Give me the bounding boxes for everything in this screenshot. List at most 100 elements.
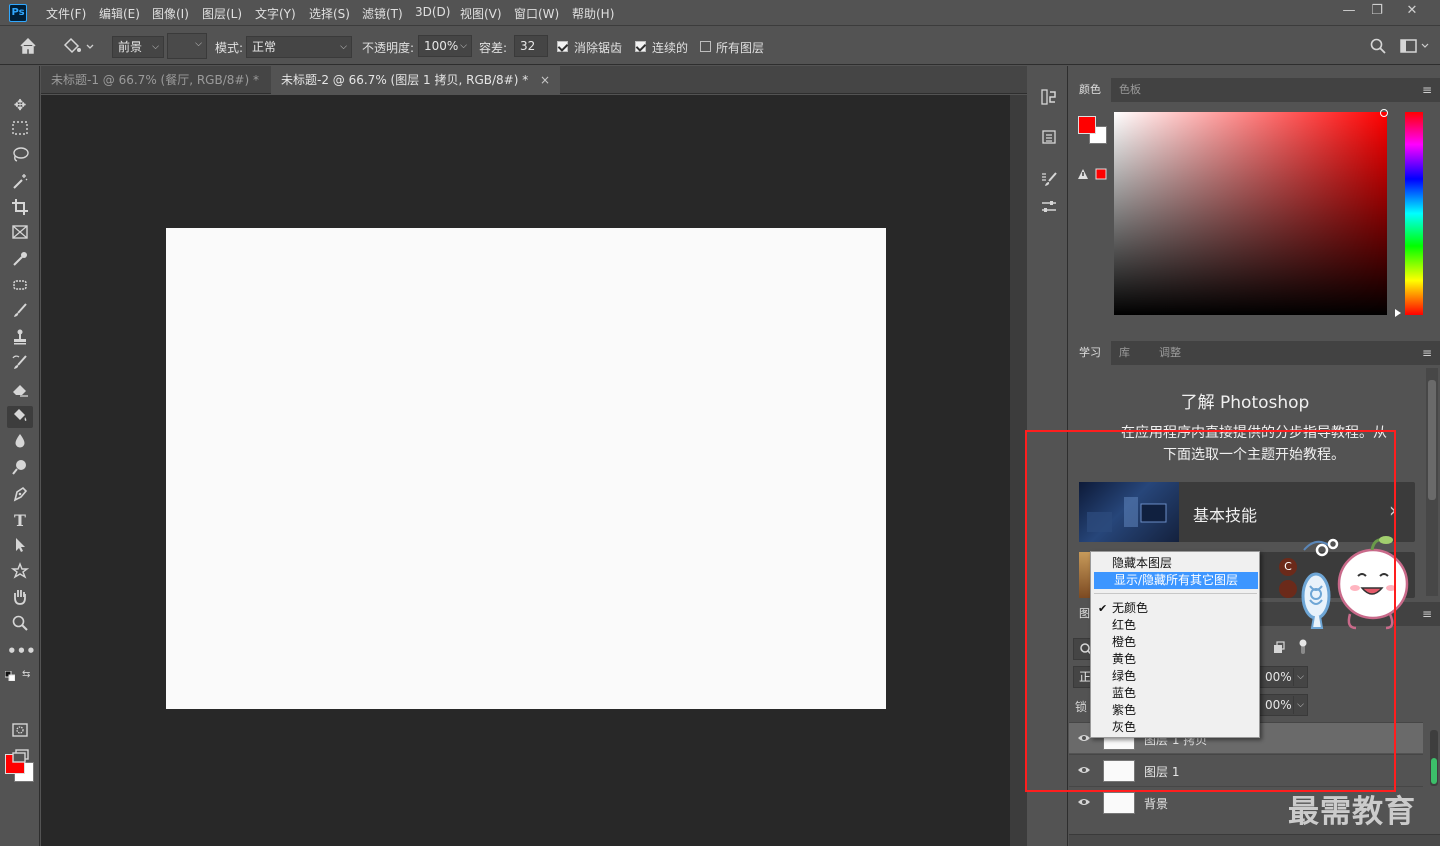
antialias-checkbox[interactable] bbox=[557, 41, 568, 52]
menu-edit[interactable]: 编辑(E) bbox=[99, 5, 140, 22]
home-icon[interactable] bbox=[18, 36, 38, 56]
type-tool-icon[interactable]: T bbox=[7, 510, 33, 532]
learn-scrollbar-thumb[interactable] bbox=[1428, 380, 1436, 500]
mode-value: 正常 bbox=[252, 40, 277, 54]
menu-layer[interactable]: 图层(L) bbox=[202, 5, 242, 22]
menu-color-blue[interactable]: 蓝色 bbox=[1092, 685, 1258, 702]
move-tool-icon[interactable]: ✥ bbox=[7, 94, 33, 116]
menu-color-gray[interactable]: 灰色 bbox=[1092, 719, 1258, 736]
blur-tool-icon[interactable] bbox=[7, 432, 33, 454]
more-tools-icon[interactable]: ••• bbox=[7, 640, 36, 662]
paint-bucket-preset-icon[interactable] bbox=[61, 36, 97, 56]
menu-view[interactable]: 视图(V) bbox=[460, 5, 502, 22]
tab-learn[interactable]: 学习 bbox=[1069, 341, 1111, 365]
path-selection-tool-icon[interactable] bbox=[7, 536, 33, 558]
zoom-tool-icon[interactable] bbox=[7, 614, 33, 636]
menu-filter[interactable]: 滤镜(T) bbox=[362, 5, 403, 22]
menu-help[interactable]: 帮助(H) bbox=[572, 5, 614, 22]
tab-adjustments[interactable]: 调整 bbox=[1149, 341, 1191, 365]
menu-file[interactable]: 文件(F) bbox=[46, 5, 86, 22]
history-brush-tool-icon[interactable] bbox=[7, 354, 33, 376]
filter-toggle-icon[interactable] bbox=[1298, 638, 1308, 656]
close-window-button[interactable]: ✕ bbox=[1397, 0, 1427, 22]
color-picker-handle[interactable] bbox=[1380, 109, 1388, 117]
eye-icon[interactable] bbox=[1077, 764, 1091, 776]
color-field[interactable] bbox=[1114, 112, 1387, 315]
pattern-picker[interactable]: ⌵ bbox=[167, 33, 207, 59]
eye-icon[interactable] bbox=[1077, 732, 1091, 744]
chevron-down-icon[interactable]: ⌵ bbox=[1293, 668, 1307, 686]
eyedropper-tool-icon[interactable] bbox=[7, 250, 33, 272]
menu-window[interactable]: 窗口(W) bbox=[514, 5, 559, 22]
default-colors-icon[interactable] bbox=[4, 670, 16, 682]
menu-color-none-label: 无颜色 bbox=[1112, 601, 1149, 615]
crop-tool-icon[interactable] bbox=[7, 198, 33, 220]
close-icon[interactable]: × bbox=[540, 73, 550, 87]
opacity-input[interactable]: 100% ⌵ bbox=[418, 35, 472, 57]
chevron-right-icon: › bbox=[1389, 498, 1397, 522]
properties-panel-icon[interactable] bbox=[1036, 128, 1062, 154]
eraser-tool-icon[interactable] bbox=[7, 380, 33, 402]
menu-color-violet[interactable]: 紫色 bbox=[1092, 702, 1258, 719]
hand-tool-icon[interactable] bbox=[7, 588, 33, 610]
tolerance-input[interactable]: 32 bbox=[514, 35, 548, 57]
color-panel-foreground-swatch[interactable] bbox=[1078, 116, 1096, 134]
tab-libraries[interactable]: 库 bbox=[1109, 341, 1140, 365]
quick-mask-icon[interactable] bbox=[7, 722, 33, 744]
checkmark-icon: ✔ bbox=[1098, 602, 1108, 615]
menu-3d[interactable]: 3D(D) bbox=[415, 5, 450, 19]
menu-show-hide-other-layers[interactable]: 显示/隐藏所有其它图层 bbox=[1094, 572, 1258, 589]
brush-tool-icon[interactable] bbox=[7, 302, 33, 324]
layer-row-1[interactable]: 图层 1 bbox=[1069, 754, 1423, 785]
search-icon[interactable] bbox=[1370, 38, 1386, 54]
marquee-tool-icon[interactable] bbox=[7, 120, 33, 142]
panel-menu-icon[interactable]: ≡ bbox=[1422, 346, 1432, 360]
hue-slider[interactable] bbox=[1405, 112, 1423, 315]
stamp-tool-icon[interactable] bbox=[7, 328, 33, 350]
doc-tab-2[interactable]: 未标题-2 @ 66.7% (图层 1 拷贝, RGB/8#) * × bbox=[271, 66, 561, 94]
menu-color-none[interactable]: ✔ 无颜色 bbox=[1092, 600, 1258, 617]
vertical-scrollbar[interactable] bbox=[1010, 95, 1027, 846]
swap-colors-icon[interactable]: ⇆ bbox=[22, 669, 34, 681]
panel-menu-icon[interactable]: ≡ bbox=[1422, 83, 1432, 97]
workspace-icon[interactable] bbox=[1400, 38, 1430, 54]
history-panel-icon[interactable] bbox=[1036, 88, 1062, 114]
filter-smart-object-icon[interactable] bbox=[1272, 640, 1286, 656]
menu-image[interactable]: 图像(I) bbox=[152, 5, 189, 22]
fill-source-select[interactable]: 前景 ⌵ bbox=[112, 36, 164, 58]
pen-tool-icon[interactable] bbox=[7, 484, 33, 506]
tab-swatches[interactable]: 色板 bbox=[1109, 78, 1151, 102]
menu-color-orange[interactable]: 橙色 bbox=[1092, 634, 1258, 651]
mode-select[interactable]: 正常 ⌵ bbox=[246, 36, 352, 58]
menu-color-yellow[interactable]: 黄色 bbox=[1092, 651, 1258, 668]
adjustments-panel-icon[interactable] bbox=[1036, 198, 1062, 224]
minimize-button[interactable]: — bbox=[1334, 0, 1364, 22]
all-layers-checkbox[interactable] bbox=[700, 41, 711, 52]
doc-tab-1[interactable]: 未标题-1 @ 66.7% (餐厅, RGB/8#) * × bbox=[41, 66, 291, 94]
eye-icon[interactable] bbox=[1077, 796, 1091, 808]
menu-select[interactable]: 选择(S) bbox=[309, 5, 350, 22]
magic-wand-tool-icon[interactable] bbox=[7, 172, 33, 194]
gamut-warning-icon[interactable] bbox=[1077, 168, 1107, 180]
layers-scrollbar[interactable] bbox=[1430, 730, 1438, 786]
panel-menu-icon[interactable]: ≡ bbox=[1422, 607, 1432, 621]
menu-color-green[interactable]: 绿色 bbox=[1092, 668, 1258, 685]
healing-brush-tool-icon[interactable] bbox=[7, 276, 33, 298]
tab-color[interactable]: 颜色 bbox=[1069, 78, 1111, 102]
frame-tool-icon[interactable] bbox=[7, 224, 33, 246]
menu-type[interactable]: 文字(Y) bbox=[255, 5, 296, 22]
document-canvas[interactable] bbox=[166, 228, 886, 709]
paint-bucket-tool-icon[interactable] bbox=[7, 406, 33, 428]
chevron-down-icon[interactable]: ⌵ bbox=[1293, 696, 1307, 714]
screen-mode-icon[interactable] bbox=[7, 748, 33, 770]
contiguous-checkbox[interactable] bbox=[635, 41, 646, 52]
menu-hide-this-layer[interactable]: 隐藏本图层 bbox=[1092, 555, 1258, 572]
hue-slider-handle[interactable] bbox=[1395, 309, 1401, 317]
menu-color-red[interactable]: 红色 bbox=[1092, 617, 1258, 634]
brush-settings-icon[interactable] bbox=[1036, 170, 1062, 196]
dodge-tool-icon[interactable] bbox=[7, 458, 33, 480]
lasso-tool-icon[interactable] bbox=[7, 146, 33, 168]
learn-description-line-2: 下面选取一个主题开始教程。 bbox=[1163, 447, 1345, 463]
restore-button[interactable]: ❐ bbox=[1362, 0, 1392, 22]
custom-shape-tool-icon[interactable] bbox=[7, 562, 33, 584]
